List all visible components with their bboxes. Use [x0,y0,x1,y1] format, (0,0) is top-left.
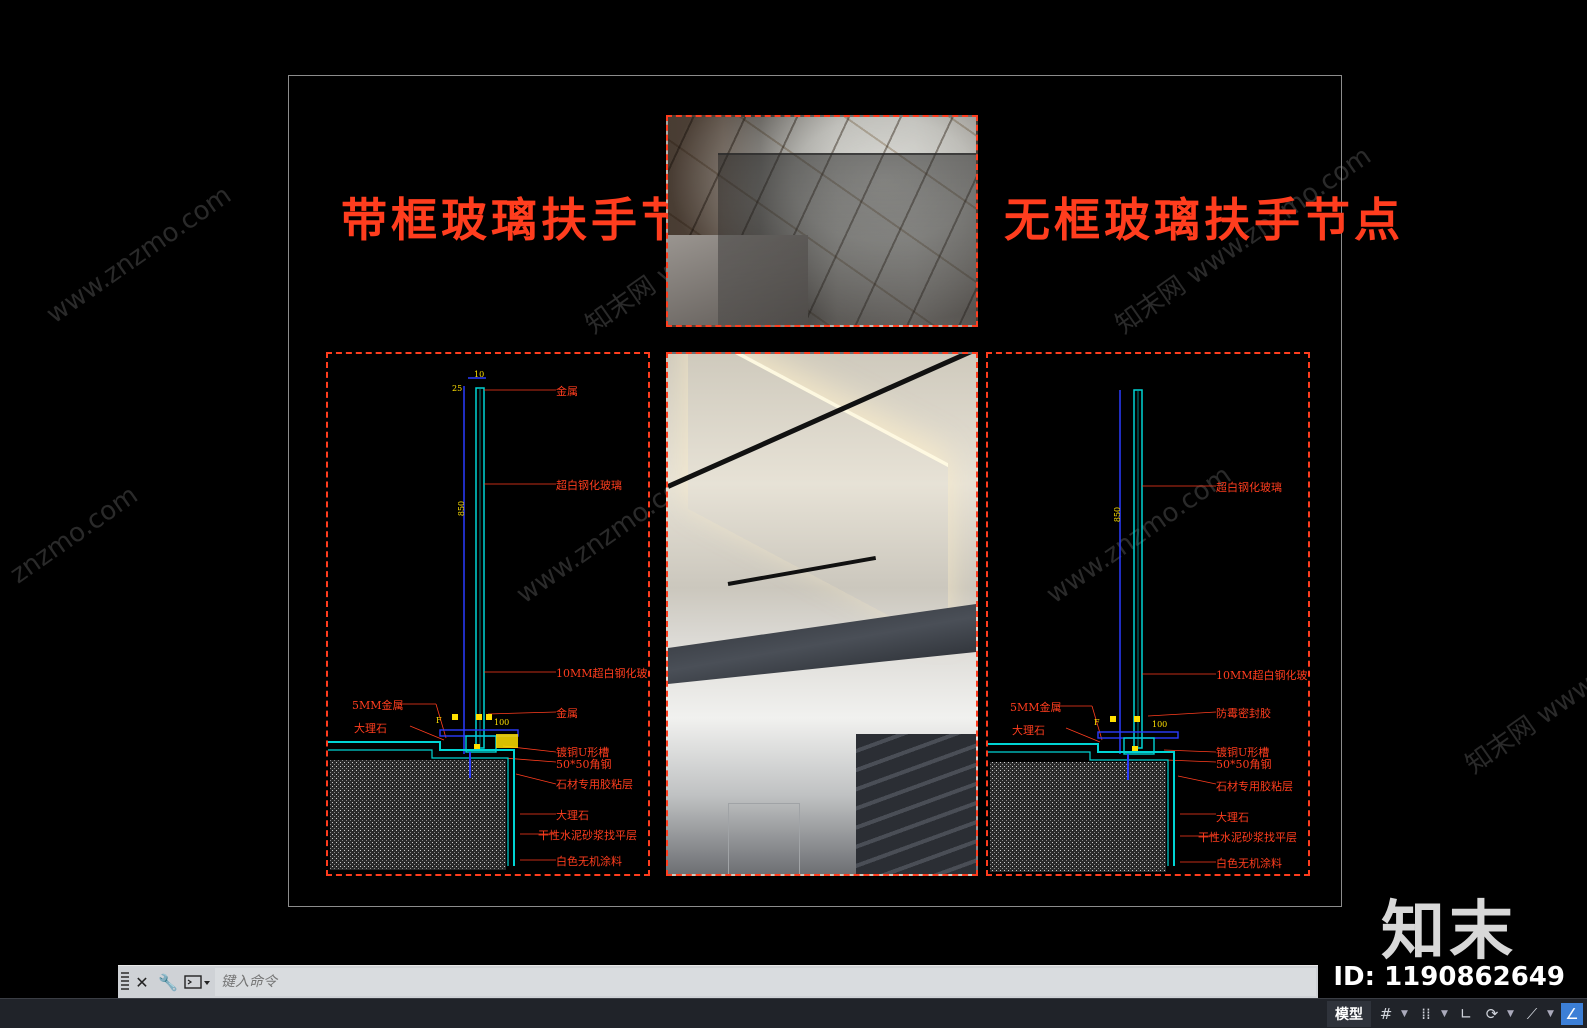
watermark: www.znzmo.com [41,180,237,330]
label-metal-top: 金属 [556,385,578,398]
watermark: znzmo.com [4,480,144,590]
label-marble: 大理石 [1012,724,1045,737]
dim-top: 10 [474,370,485,379]
reference-photo-stair[interactable] [666,352,978,876]
frameless-detail-drawing [988,389,1217,872]
command-prompt-icon[interactable] [181,968,215,996]
glass-panel [718,153,976,325]
detail-frameless[interactable]: 850 超白钢化玻璃 10MM超白钢化玻璃 5MM金属 大理石 F 100 防霉… [986,352,1310,876]
status-bar: 模型 # ▼ ⁞⁞ ▼ ∟ ⟳ ▼ ⟋ ▼ ∠ [0,998,1587,1028]
label-mortar: 干性水泥砂浆找平层 [1198,831,1297,844]
snap-icon[interactable]: ⁞⁞ [1415,1003,1437,1025]
command-line: ✕ 🔧 [118,965,1318,998]
title-frameless-glass-handrail: 无框玻璃扶手节点 [1004,193,1404,247]
brand-logo: 知末 [1381,895,1517,969]
chevron-down-icon[interactable]: ▼ [1507,1009,1517,1019]
object-snap-tracking-icon[interactable]: ∠ [1561,1002,1583,1025]
close-icon[interactable]: ✕ [129,968,155,996]
dim-height: 850 [457,500,467,517]
command-input[interactable] [215,968,1316,996]
status-toolbar: 模型 # ▼ ⁞⁞ ▼ ∟ ⟳ ▼ ⟋ ▼ ∠ [1327,999,1587,1028]
label-marble: 大理石 [354,722,387,735]
drag-handle-icon[interactable] [121,972,129,992]
ortho-icon[interactable]: ∟ [1455,1003,1477,1025]
ceiling-light-strip [688,354,948,648]
label-seal: 防霉密封胶 [1216,707,1271,720]
chevron-down-icon[interactable]: ▼ [1441,1009,1451,1019]
marble-slab [668,604,976,684]
dim-f: F [436,716,442,725]
label-glass-10mm: 10MM超白钢化玻璃 [556,667,650,680]
wrench-icon[interactable]: 🔧 [155,968,181,996]
polar-tracking-icon[interactable]: ⟳ [1481,1003,1503,1025]
label-mortar: 干性水泥砂浆找平层 [538,829,637,842]
detail-framed[interactable]: 10 25 850 金属 超白钢化玻璃 10MM超白钢化玻璃 5MM金属 大理石… [326,352,650,876]
label-metal-5mm: 5MM金属 [352,699,404,712]
reference-photo-top[interactable] [666,115,978,327]
label-adhesive: 石材专用胶粘层 [556,778,633,791]
stair-steps [856,734,976,874]
tab-model[interactable]: 模型 [1327,1000,1371,1027]
asset-id: ID: 1190862649 [1333,962,1565,992]
label-glass: 超白钢化玻璃 [556,479,622,492]
label-glass: 超白钢化玻璃 [1216,481,1282,494]
label-marble-2: 大理石 [556,809,589,822]
label-coating: 白色无机涂料 [556,855,622,868]
grid-icon[interactable]: # [1375,1003,1397,1025]
watermark: 知末网 www.znzmo.com [1460,580,1587,781]
framed-detail-drawing [328,377,557,870]
door-outline [728,803,800,874]
label-angle: 50*50角钢 [556,758,612,771]
label-glass-10mm: 10MM超白钢化玻璃 [1216,669,1310,682]
label-coating: 白色无机涂料 [1216,857,1282,870]
label-angle: 50*50角钢 [1216,758,1272,771]
drawing-sheet[interactable]: 带框玻璃扶手节点 无框玻璃扶手节点 10 25 850 金属 超白钢化玻璃 10… [288,75,1400,907]
label-adhesive: 石材专用胶粘层 [1216,780,1293,793]
dim-height: 850 [1113,506,1123,523]
chevron-down-icon[interactable]: ▼ [1547,1009,1557,1019]
label-marble-2: 大理石 [1216,811,1249,824]
label-metal-base: 金属 [556,707,578,720]
label-metal-5mm: 5MM金属 [1010,701,1062,714]
chevron-down-icon[interactable]: ▼ [1401,1009,1411,1019]
dim-f: F [1094,718,1100,727]
dim-base: 100 [1152,720,1168,729]
dim-left: 25 [452,384,463,393]
isodraft-icon[interactable]: ⟋ [1521,1003,1543,1025]
dim-base: 100 [494,718,510,727]
